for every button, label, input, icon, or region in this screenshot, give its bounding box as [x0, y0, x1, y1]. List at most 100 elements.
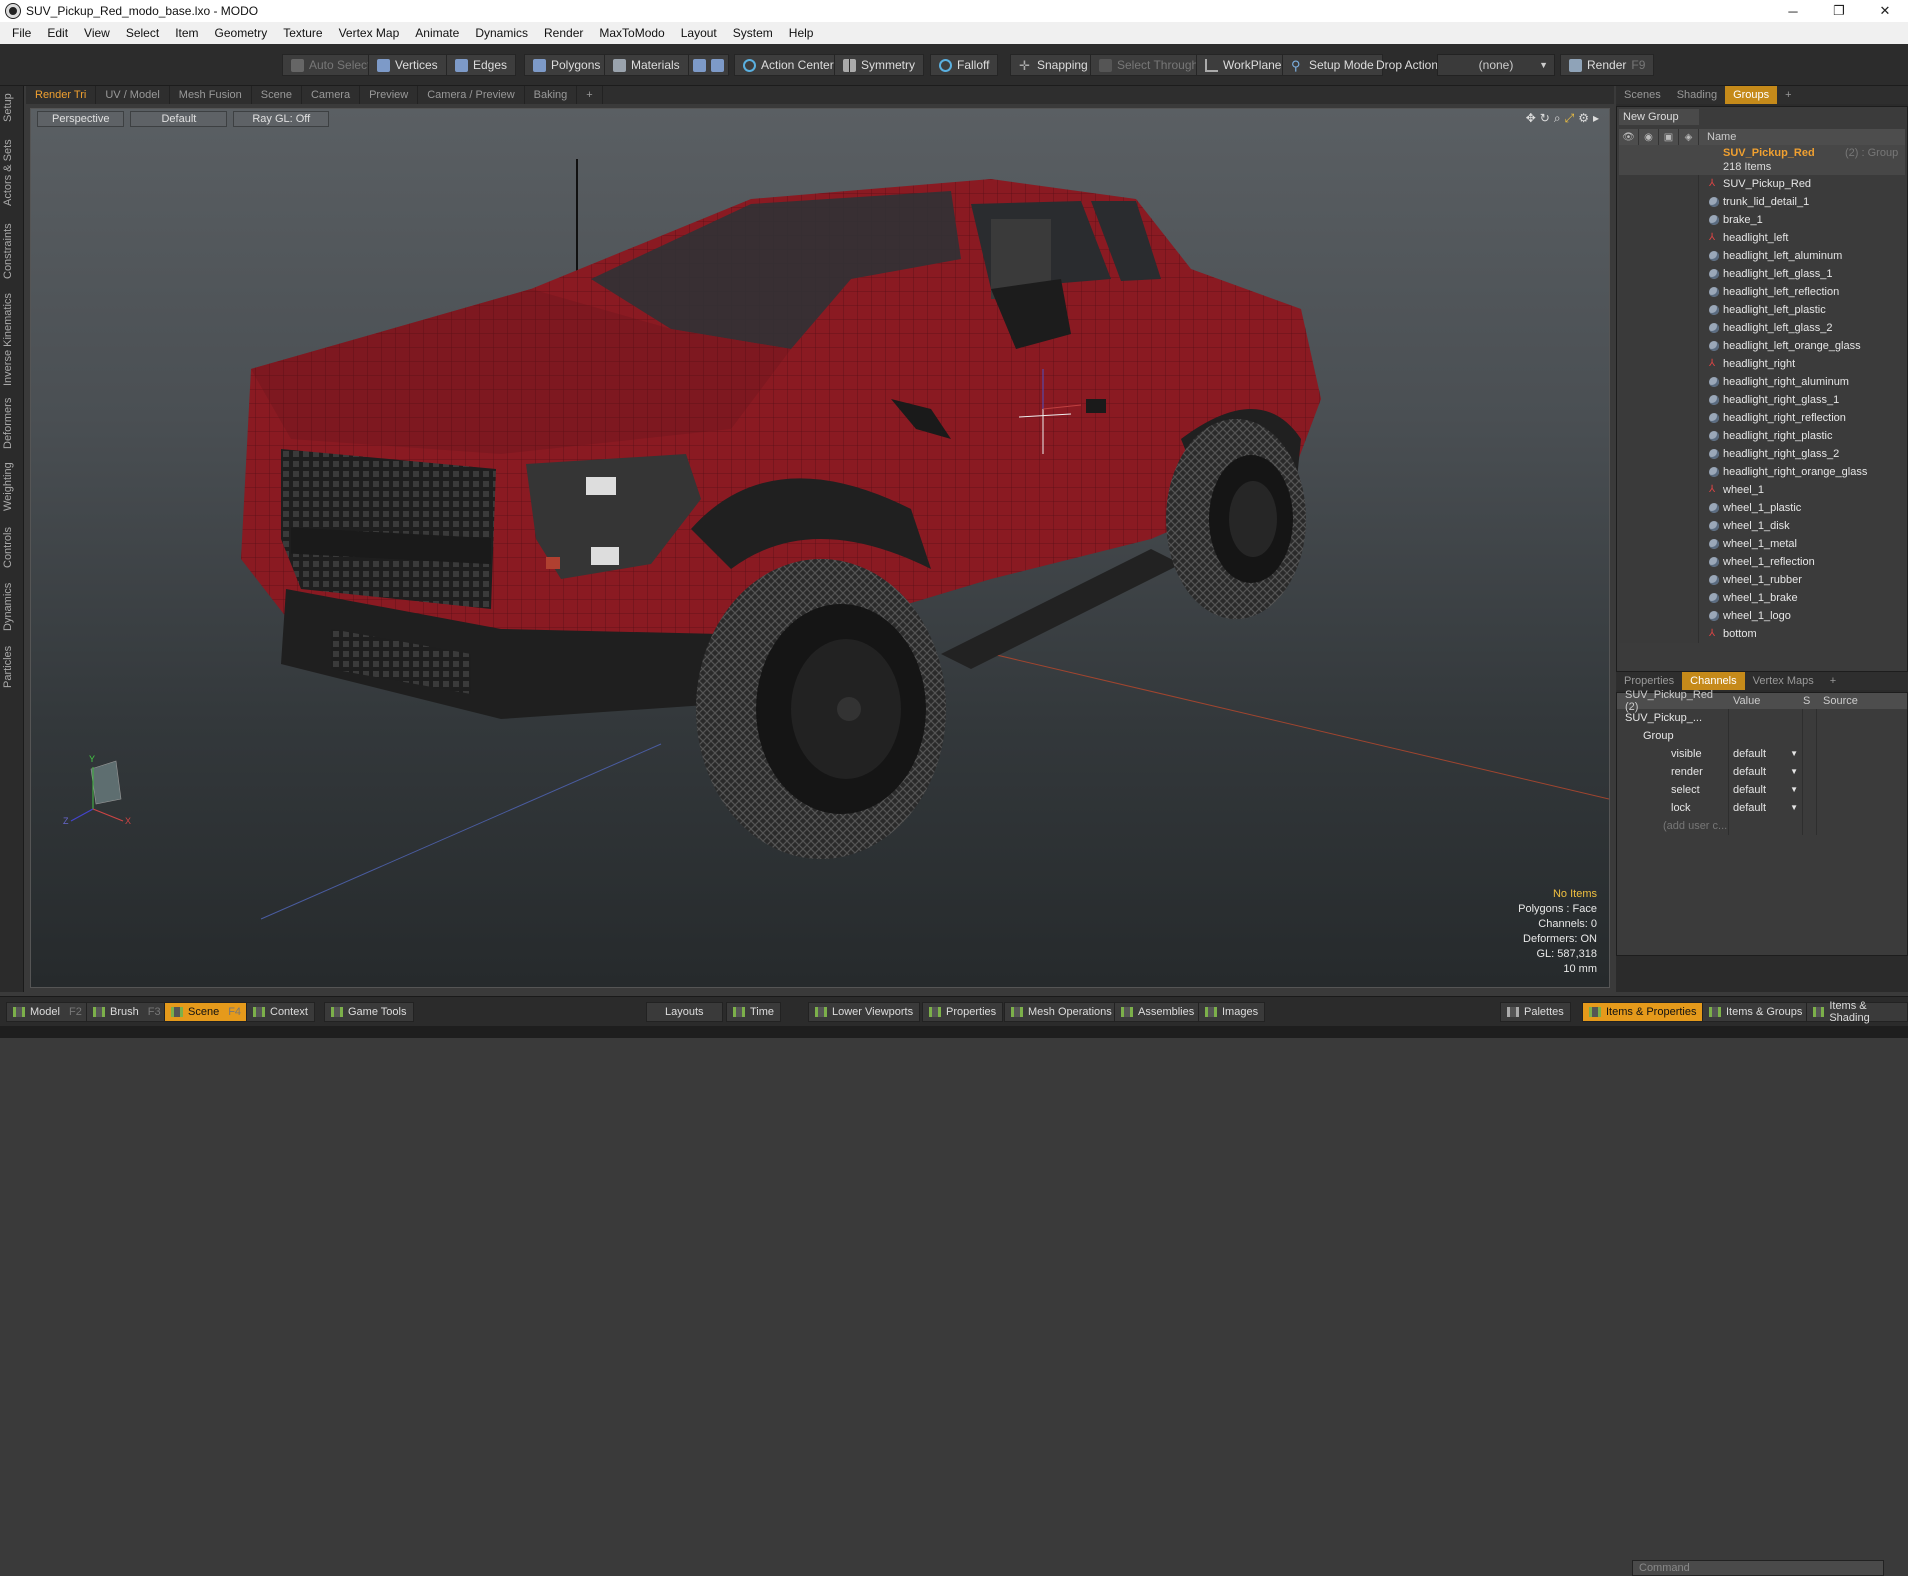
- vtab-deformers[interactable]: Deformers: [2, 396, 22, 450]
- group-item-row[interactable]: headlight_left_glass_2: [1619, 319, 1905, 337]
- channel-visible[interactable]: visible default ▼: [1617, 745, 1907, 763]
- menu-help[interactable]: Help: [781, 26, 822, 40]
- group-item-row[interactable]: headlight_right_orange_glass: [1619, 463, 1905, 481]
- channels-group-row[interactable]: Group: [1617, 727, 1907, 745]
- close-button[interactable]: ✕: [1862, 0, 1908, 22]
- visibility-col-icon[interactable]: 👁: [1619, 129, 1639, 145]
- command-input[interactable]: Command: [1632, 1560, 1884, 1576]
- group-item-row[interactable]: headlight_right_plastic: [1619, 427, 1905, 445]
- new-group-button[interactable]: New Group: [1619, 109, 1699, 125]
- menu-geometry[interactable]: Geometry: [207, 26, 276, 40]
- tab-mesh-fusion[interactable]: Mesh Fusion: [170, 86, 252, 104]
- channel-lock-value[interactable]: default ▼: [1729, 799, 1803, 817]
- row-gutter[interactable]: [1619, 625, 1699, 643]
- row-gutter[interactable]: [1619, 517, 1699, 535]
- group-item-row[interactable]: headlight_left_plastic: [1619, 301, 1905, 319]
- materials-button[interactable]: Materials: [604, 54, 689, 76]
- select-mode-buttons[interactable]: [688, 54, 729, 76]
- tab-shading[interactable]: Shading: [1669, 86, 1725, 104]
- row-gutter[interactable]: [1619, 445, 1699, 463]
- tab-uv-model[interactable]: UV / Model: [96, 86, 170, 104]
- group-item-row[interactable]: headlight_right_aluminum: [1619, 373, 1905, 391]
- vtab-particles[interactable]: Particles: [2, 642, 22, 692]
- tab-preview[interactable]: Preview: [360, 86, 419, 104]
- row-gutter[interactable]: [1619, 553, 1699, 571]
- vtab-controls[interactable]: Controls: [2, 524, 22, 572]
- row-gutter[interactable]: [1619, 211, 1699, 229]
- row-gutter[interactable]: [1619, 337, 1699, 355]
- menu-animate[interactable]: Animate: [407, 26, 467, 40]
- 3d-viewport[interactable]: Perspective Default Ray GL: Off ✥ ↻ ⌕ ⤢ …: [30, 108, 1610, 988]
- add-user-channel[interactable]: (add user c...: [1617, 817, 1907, 835]
- channel-render[interactable]: render default ▼: [1617, 763, 1907, 781]
- layout-context-button[interactable]: Context: [246, 1002, 315, 1022]
- tab-groups[interactable]: Groups: [1725, 86, 1778, 104]
- vtab-inverse-kinematics[interactable]: Inverse Kinematics: [2, 292, 22, 388]
- row-gutter[interactable]: [1619, 265, 1699, 283]
- layout-scene-button[interactable]: Scene F4: [164, 1002, 249, 1022]
- group-item-row[interactable]: headlight_right_glass_2: [1619, 445, 1905, 463]
- minimize-button[interactable]: ─: [1770, 0, 1816, 22]
- group-item-row[interactable]: wheel_1_rubber: [1619, 571, 1905, 589]
- palettes-button[interactable]: Palettes: [1500, 1002, 1571, 1022]
- group-item-row[interactable]: brake_1: [1619, 211, 1905, 229]
- lock-col-icon[interactable]: ▣: [1659, 129, 1679, 145]
- group-item-row[interactable]: wheel_1_brake: [1619, 589, 1905, 607]
- group-item-row[interactable]: headlight_left_orange_glass: [1619, 337, 1905, 355]
- auto-select-button[interactable]: Auto Select: [282, 54, 380, 76]
- row-gutter[interactable]: [1619, 499, 1699, 517]
- row-gutter[interactable]: [1619, 175, 1699, 193]
- vertices-button[interactable]: Vertices: [368, 54, 447, 76]
- time-button[interactable]: Time: [726, 1002, 782, 1022]
- tab-render-tri[interactable]: Render Tri: [26, 86, 97, 104]
- channel-render-value[interactable]: default ▼: [1729, 763, 1803, 781]
- group-item-row[interactable]: wheel_1_plastic: [1619, 499, 1905, 517]
- workplane-button[interactable]: WorkPlane: [1196, 54, 1291, 76]
- row-gutter[interactable]: [1619, 409, 1699, 427]
- group-item-row[interactable]: headlight_left_reflection: [1619, 283, 1905, 301]
- layout-game-tools-button[interactable]: Game Tools: [324, 1002, 414, 1022]
- row-gutter[interactable]: [1619, 373, 1699, 391]
- vtab-actors-sets[interactable]: Actors & Sets: [2, 138, 22, 208]
- menu-view[interactable]: View: [76, 26, 118, 40]
- row-gutter[interactable]: [1619, 481, 1699, 499]
- images-button[interactable]: Images: [1198, 1002, 1266, 1022]
- drop-action-select[interactable]: (none) ▼: [1437, 54, 1555, 76]
- assemblies-button[interactable]: Assemblies: [1114, 1002, 1202, 1022]
- menu-item[interactable]: Item: [167, 26, 206, 40]
- tab-channels[interactable]: Channels: [1682, 672, 1745, 690]
- tab-camera[interactable]: Camera: [302, 86, 361, 104]
- channels-root-row[interactable]: SUV_Pickup_...: [1617, 709, 1907, 727]
- row-gutter[interactable]: [1619, 589, 1699, 607]
- group-item-row[interactable]: headlight_left_aluminum: [1619, 247, 1905, 265]
- row-gutter[interactable]: [1619, 427, 1699, 445]
- tab-scenes[interactable]: Scenes: [1616, 86, 1669, 104]
- menu-texture[interactable]: Texture: [275, 26, 330, 40]
- edges-button[interactable]: Edges: [446, 54, 517, 76]
- menu-vertex-map[interactable]: Vertex Map: [331, 26, 408, 40]
- vtab-setup[interactable]: Setup: [2, 90, 22, 126]
- add-panel-tab[interactable]: +: [1777, 86, 1799, 104]
- tab-properties[interactable]: Properties: [1616, 672, 1682, 690]
- tab-vertex-maps[interactable]: Vertex Maps: [1745, 672, 1822, 690]
- action-center-button[interactable]: Action Center: [734, 54, 843, 76]
- render-col-icon[interactable]: ◉: [1639, 129, 1659, 145]
- tab-camera-preview[interactable]: Camera / Preview: [418, 86, 525, 104]
- row-gutter[interactable]: [1619, 319, 1699, 337]
- menu-layout[interactable]: Layout: [673, 26, 725, 40]
- layout-model-button[interactable]: Model F2: [6, 1002, 89, 1022]
- channel-lock[interactable]: lock default ▼: [1617, 799, 1907, 817]
- properties-button[interactable]: Properties: [922, 1002, 1004, 1022]
- channel-select-value[interactable]: default ▼: [1729, 781, 1803, 799]
- group-item-row[interactable]: wheel_1_metal: [1619, 535, 1905, 553]
- layout-brush-button[interactable]: Brush F3: [86, 1002, 168, 1022]
- row-gutter[interactable]: [1619, 283, 1699, 301]
- items-groups-button[interactable]: Items & Groups: [1702, 1002, 1810, 1022]
- polygons-button[interactable]: Polygons: [524, 54, 610, 76]
- menu-file[interactable]: File: [4, 26, 39, 40]
- group-item-row[interactable]: wheel_1_disk: [1619, 517, 1905, 535]
- group-item-row[interactable]: headlight_right_reflection: [1619, 409, 1905, 427]
- vtab-weighting[interactable]: Weighting: [2, 460, 22, 514]
- row-gutter[interactable]: [1619, 301, 1699, 319]
- row-gutter[interactable]: [1619, 463, 1699, 481]
